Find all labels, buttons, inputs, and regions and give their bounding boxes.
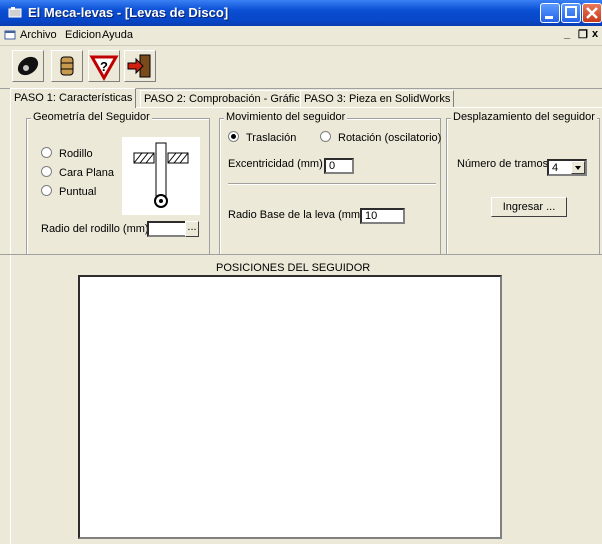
movimiento-separator bbox=[228, 183, 436, 185]
document-icon[interactable] bbox=[4, 29, 16, 41]
minimize-icon bbox=[545, 16, 553, 19]
posiciones-title: POSICIONES DEL SEGUIDOR bbox=[216, 262, 371, 274]
mdi-restore-button[interactable]: ❐ bbox=[578, 28, 588, 41]
radio-traslacion-dot[interactable] bbox=[228, 131, 239, 142]
radio-rodillo-dot[interactable] bbox=[41, 147, 52, 158]
radio-rotacion[interactable]: Rotación (oscilatorio) bbox=[320, 131, 441, 144]
tab-paso1[interactable]: PASO 1: Características bbox=[10, 88, 137, 108]
movimiento-group: Movimiento del seguidor Traslación Rotac… bbox=[219, 111, 441, 255]
ingresar-button[interactable]: Ingresar ... bbox=[491, 197, 567, 217]
excentricidad-label: Excentricidad (mm) bbox=[228, 158, 323, 170]
mdi-close-button[interactable]: x bbox=[592, 28, 598, 40]
posiciones-canvas[interactable] bbox=[78, 275, 502, 539]
help-icon: ? bbox=[89, 55, 119, 82]
radio-traslacion-label: Traslación bbox=[246, 132, 297, 144]
follower-diagram bbox=[122, 137, 200, 215]
radio-base-input[interactable]: 10 bbox=[360, 208, 405, 224]
minimize-button[interactable] bbox=[540, 3, 560, 23]
radio-cara-plana[interactable]: Cara Plana bbox=[41, 166, 114, 179]
radio-cara-plana-dot[interactable] bbox=[41, 166, 52, 177]
cylinder-icon bbox=[60, 56, 74, 76]
radio-base-label: Radio Base de la leva (mm) bbox=[228, 209, 364, 221]
radio-cara-plana-label: Cara Plana bbox=[59, 167, 115, 179]
svg-text:?: ? bbox=[100, 59, 108, 74]
radio-traslacion[interactable]: Traslación bbox=[228, 131, 296, 144]
mdi-minimize-button[interactable]: _ bbox=[564, 28, 570, 40]
desplazamiento-group: Desplazamiento del seguidor Número de tr… bbox=[446, 111, 600, 255]
window-title: El Meca-levas - [Levas de Disco] bbox=[28, 5, 229, 20]
excentricidad-input[interactable]: 0 bbox=[324, 158, 354, 174]
chevron-down-icon[interactable] bbox=[571, 161, 585, 174]
close-icon bbox=[586, 7, 598, 19]
radio-puntual[interactable]: Puntual bbox=[41, 185, 96, 198]
radio-rodillo-input[interactable] bbox=[147, 221, 187, 237]
radio-rodillo-browse-button[interactable]: ... bbox=[185, 221, 199, 237]
menu-edicion[interactable]: Edicion bbox=[65, 29, 101, 41]
radio-rotacion-dot[interactable] bbox=[320, 131, 331, 142]
menu-ayuda[interactable]: Ayuda bbox=[102, 29, 133, 41]
section-divider bbox=[0, 254, 602, 255]
radio-rodillo[interactable]: Rodillo bbox=[41, 147, 93, 160]
radio-puntual-dot[interactable] bbox=[41, 185, 52, 196]
radio-rodillo-label-text: Radio del rodillo (mm) bbox=[41, 223, 149, 235]
numero-tramos-value: 4 bbox=[552, 162, 559, 174]
exit-button[interactable] bbox=[124, 50, 156, 82]
geometria-group: Geometría del Seguidor Rodillo Cara Plan… bbox=[26, 111, 210, 255]
radio-rodillo-label: Rodillo bbox=[59, 148, 93, 160]
toolbar: ? bbox=[0, 46, 602, 89]
title-bar[interactable]: El Meca-levas - [Levas de Disco] bbox=[0, 0, 602, 26]
movimiento-title: Movimiento del seguidor bbox=[224, 111, 348, 123]
desplazamiento-title: Desplazamiento del seguidor bbox=[451, 111, 597, 123]
menu-bar: Archivo Edicion Ayuda _ ❐ x bbox=[0, 26, 602, 46]
geometria-title: Geometría del Seguidor bbox=[31, 111, 152, 123]
tab-paso2[interactable]: PASO 2: Comprobación - Gráficas bbox=[140, 90, 316, 107]
exit-icon bbox=[127, 54, 151, 78]
menu-archivo[interactable]: Archivo bbox=[20, 29, 57, 41]
cylinder-button[interactable] bbox=[51, 50, 83, 82]
app-window: El Meca-levas - [Levas de Disco] Archivo… bbox=[0, 0, 602, 544]
tab-strip: PASO 1: Características PASO 2: Comproba… bbox=[0, 88, 602, 108]
maximize-icon bbox=[565, 6, 577, 18]
radio-puntual-label: Puntual bbox=[59, 186, 97, 198]
cam-icon bbox=[17, 56, 39, 76]
app-icon bbox=[8, 7, 22, 18]
radio-rotacion-label: Rotación (oscilatorio) bbox=[338, 132, 442, 144]
help-button[interactable]: ? bbox=[88, 50, 120, 82]
close-button[interactable] bbox=[582, 3, 602, 23]
numero-tramos-label: Número de tramos bbox=[457, 158, 549, 170]
maximize-button[interactable] bbox=[561, 3, 581, 23]
tab-paso3[interactable]: PASO 3: Pieza en SolidWorks bbox=[300, 90, 455, 107]
numero-tramos-select[interactable]: 4 bbox=[547, 159, 587, 176]
cam-button[interactable] bbox=[12, 50, 44, 82]
